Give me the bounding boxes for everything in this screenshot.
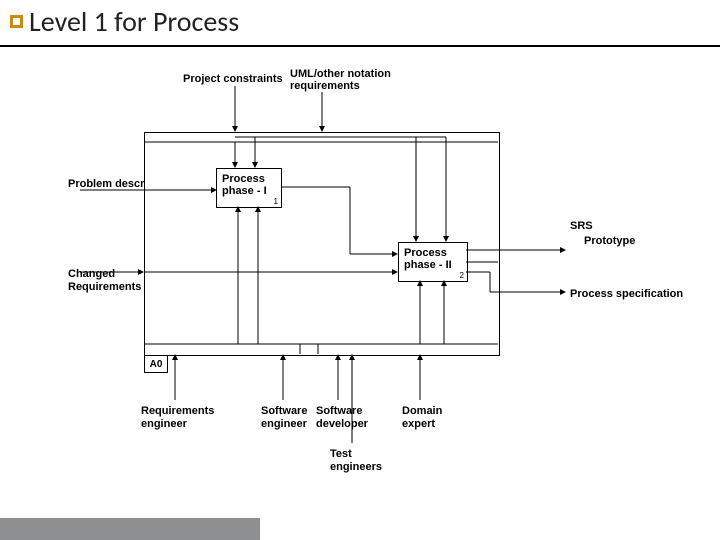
title-bullet	[10, 15, 23, 28]
page-title: Level 1 for Process	[29, 4, 239, 39]
title-bar: Level 1 for Process	[0, 0, 720, 45]
connector-lines	[0, 40, 720, 540]
footer-bar	[0, 518, 260, 540]
diagram-stage: Project constraints UML/other notation r…	[0, 40, 720, 518]
